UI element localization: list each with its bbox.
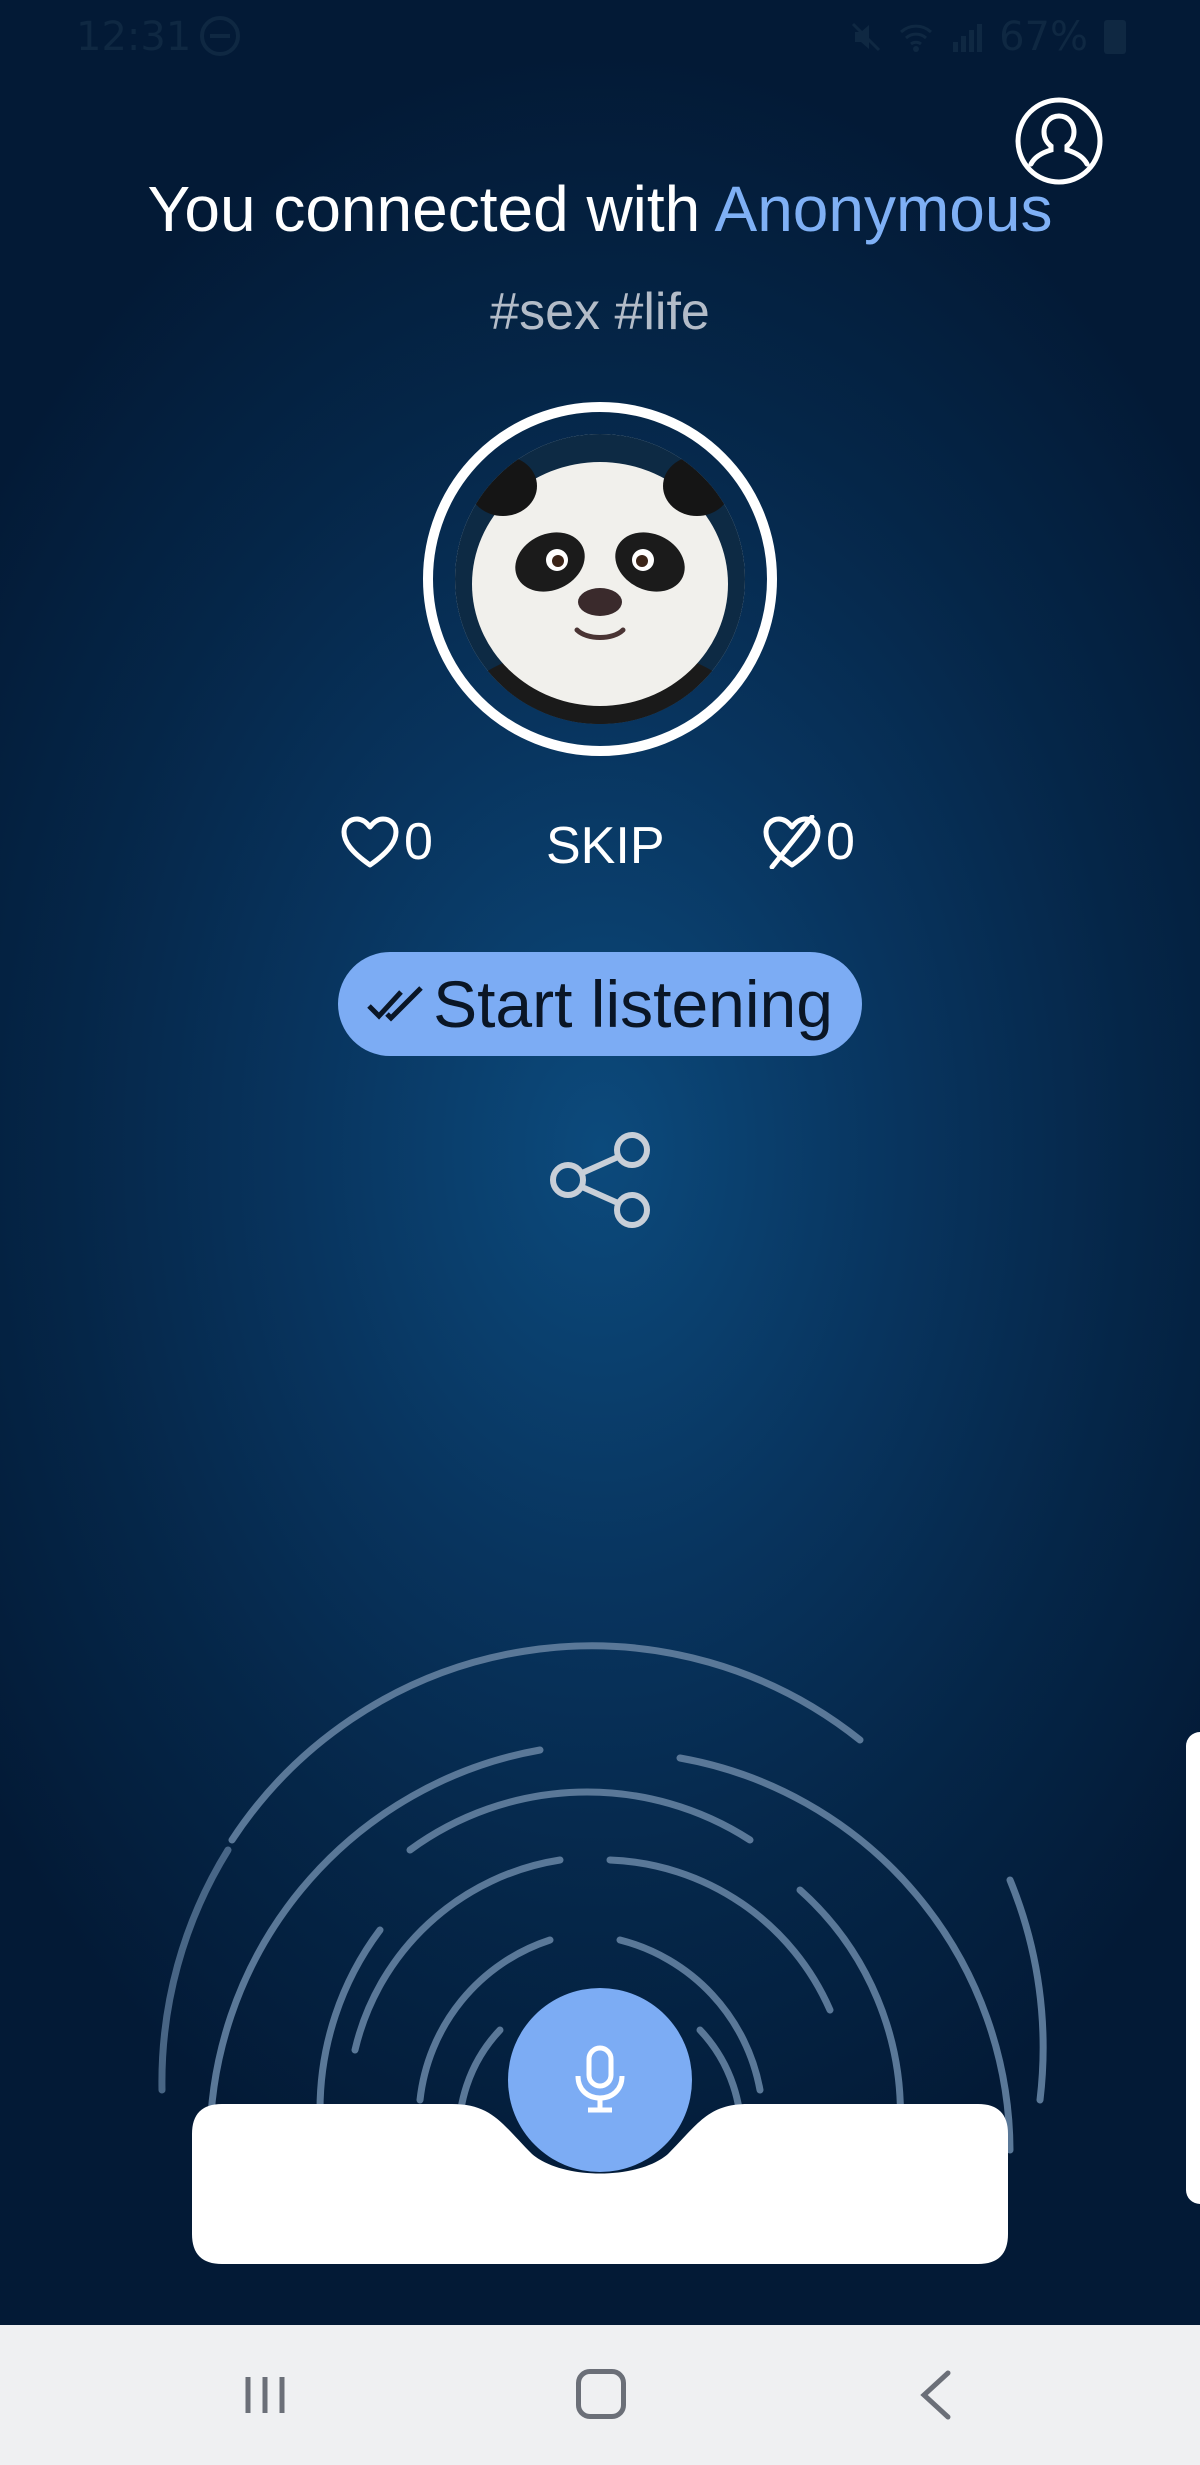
signal-icon [953,24,983,52]
back-icon[interactable] [916,2369,956,2421]
start-listening-button[interactable]: Start listening [338,952,862,1056]
share-icon[interactable] [544,1130,656,1230]
home-icon[interactable] [576,2369,626,2419]
mute-icon [852,22,881,52]
battery-icon [1104,20,1126,54]
status-indicators: 67% [849,14,1126,60]
partner-avatar[interactable] [455,434,745,724]
microphone-icon [575,2045,625,2113]
heart-icon [341,816,399,868]
broken-heart-icon [763,815,821,869]
panda-avatar-icon [455,434,745,724]
avatar-ring [423,402,777,756]
double-check-icon [367,986,423,1022]
partner-name[interactable]: Anonymous [715,173,1053,245]
skip-button[interactable]: SKIP [546,816,665,876]
system-navigation-bar [0,2325,1200,2465]
like-count: 0 [404,813,433,871]
status-bar: 12:31 67% [0,0,1200,72]
dislike-button[interactable]: 0 [762,812,855,872]
recent-apps-icon[interactable] [240,2373,290,2417]
wifi-icon [900,24,933,52]
dislike-count: 0 [826,813,855,871]
microphone-button[interactable] [508,1988,692,2172]
rating-actions: 0 SKIP 0 [0,812,1200,882]
title-prefix: You connected with [147,173,701,245]
dnd-icon [200,16,240,56]
side-drawer-handle[interactable] [1186,1732,1200,2204]
like-button[interactable]: 0 [340,812,433,872]
start-listening-label: Start listening [433,967,833,1041]
app-screen: 12:31 67% You connected with Anonymous #… [0,0,1200,2325]
connection-title: You connected with Anonymous [0,172,1200,246]
battery-percent: 67% [999,14,1088,60]
status-time: 12:31 [76,14,192,60]
topic-tags: #sex #life [490,283,710,341]
